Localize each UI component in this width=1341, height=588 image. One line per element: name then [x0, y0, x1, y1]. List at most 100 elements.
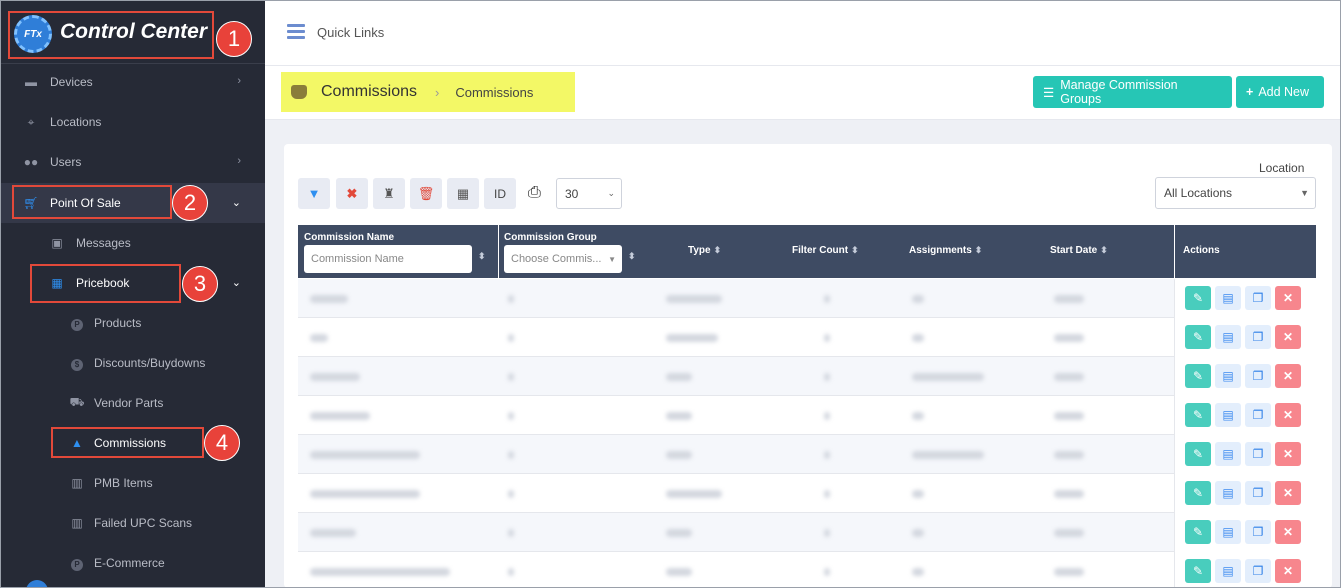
delete-icon[interactable]: ✕ [1275, 559, 1301, 583]
edit-icon[interactable]: ✎ [1185, 364, 1211, 388]
document-icon[interactable]: ▤ [1215, 520, 1241, 544]
blurred-cell [508, 295, 514, 303]
header-type[interactable]: Type ⬍ [688, 245, 721, 256]
delete-icon[interactable]: ✕ [1275, 364, 1301, 388]
button-label: Add New [1258, 85, 1310, 99]
delete-icon[interactable]: ✕ [1275, 286, 1301, 310]
delete-icon[interactable]: ✕ [1275, 481, 1301, 505]
header-start-date[interactable]: Start Date ⬍ [1050, 245, 1108, 256]
manage-commission-groups-button[interactable]: ☰ Manage Commission Groups [1033, 76, 1232, 108]
sort-icon[interactable]: ⬍ [478, 251, 486, 262]
table-row[interactable]: ✎ ▤ ❐ ✕ [298, 357, 1316, 396]
blurred-cell [1054, 451, 1084, 459]
sidebar-item-vendor-parts[interactable]: ⛟ Vendor Parts [0, 383, 265, 423]
blurred-cell [912, 334, 924, 342]
edit-icon[interactable]: ✎ [1185, 286, 1211, 310]
sidebar-item-discounts[interactable]: $ Discounts/Buydowns [0, 343, 265, 383]
edit-icon[interactable]: ✎ [1185, 559, 1211, 583]
menu-icon[interactable] [287, 24, 305, 39]
table-row[interactable]: ✎ ▤ ❐ ✕ [298, 279, 1316, 318]
copy-icon[interactable]: ❐ [1245, 559, 1271, 583]
edit-icon[interactable]: ✎ [1185, 442, 1211, 466]
copy-icon[interactable]: ❐ [1245, 481, 1271, 505]
sidebar-item-devices[interactable]: ▬ Devices › [0, 62, 265, 102]
sidebar-item-failed-upc-scans[interactable]: ▥ Failed UPC Scans [0, 503, 265, 543]
document-icon[interactable]: ▤ [1215, 325, 1241, 349]
blurred-cell [666, 334, 718, 342]
chevron-down-icon: ⌄ [607, 188, 615, 198]
id-toggle-button[interactable]: ID [484, 178, 516, 209]
blurred-cell [912, 373, 984, 381]
document-icon[interactable]: ▤ [1215, 481, 1241, 505]
add-new-button[interactable]: + Add New [1236, 76, 1324, 108]
blurred-cell [508, 334, 514, 342]
blurred-cell [824, 334, 830, 342]
location-label: Location [1259, 161, 1305, 175]
table-row[interactable]: ✎ ▤ ❐ ✕ [298, 552, 1316, 588]
caret-down-icon: ▼ [1300, 188, 1309, 198]
print-icon[interactable]: ⎙ [528, 184, 541, 202]
filter-icon[interactable]: ▼ [298, 178, 330, 209]
sidebar-item-users[interactable]: ●● Users › [0, 142, 265, 182]
page-size-select[interactable]: 30 ⌄ [556, 178, 622, 209]
breadcrumb-current[interactable]: Commissions [455, 85, 533, 100]
location-select[interactable]: All Locations ▼ [1155, 177, 1316, 209]
table-header: Commission Name Commission Name ⬍ Commis… [298, 225, 1316, 278]
table-row[interactable]: ✎ ▤ ❐ ✕ [298, 396, 1316, 435]
edit-icon[interactable]: ✎ [1185, 403, 1211, 427]
sidebar-item-e-commerce[interactable]: P E-Commerce [0, 543, 265, 583]
trash-icon[interactable]: 🗑︎ [410, 178, 442, 209]
header-assignments[interactable]: Assignments ⬍ [909, 245, 982, 256]
quick-links[interactable]: Quick Links [317, 25, 384, 40]
blurred-cell [912, 568, 924, 576]
document-icon[interactable]: ▤ [1215, 286, 1241, 310]
delete-icon[interactable]: ✕ [1275, 520, 1301, 544]
copy-icon[interactable]: ❐ [1245, 286, 1271, 310]
edit-icon[interactable]: ✎ [1185, 481, 1211, 505]
vendor-icon: ⛟ [69, 395, 85, 409]
header-commission-group[interactable]: Commission Group [504, 232, 597, 243]
chevron-right-icon: › [237, 155, 241, 167]
delete-icon[interactable]: ✕ [1275, 442, 1301, 466]
edit-icon[interactable]: ✎ [1185, 520, 1211, 544]
table-row[interactable]: ✎ ▤ ❐ ✕ [298, 474, 1316, 513]
clear-filter-icon[interactable]: ✖ [336, 178, 368, 209]
copy-icon[interactable]: ❐ [1245, 520, 1271, 544]
commission-name-filter-input[interactable]: Commission Name [304, 245, 472, 273]
document-icon[interactable]: ▤ [1215, 403, 1241, 427]
sort-icon: ⬍ [713, 245, 722, 255]
sort-icon: ⬍ [1100, 245, 1108, 255]
blurred-cell [310, 451, 420, 459]
annotation-badge-1: 1 [216, 21, 252, 57]
row-actions: ✎ ▤ ❐ ✕ [1174, 357, 1316, 396]
document-icon[interactable]: ▤ [1215, 442, 1241, 466]
copy-icon[interactable]: ❐ [1245, 403, 1271, 427]
copy-icon[interactable]: ❐ [1245, 364, 1271, 388]
blurred-cell [824, 451, 830, 459]
copy-icon[interactable]: ❐ [1245, 325, 1271, 349]
copy-icon[interactable]: ❐ [1245, 442, 1271, 466]
delete-icon[interactable]: ✕ [1275, 403, 1301, 427]
blurred-cell [666, 373, 692, 381]
sidebar-item-pmb-items[interactable]: ▥ PMB Items [0, 463, 265, 503]
blurred-cell [508, 373, 514, 381]
calendar-icon[interactable]: ▦ [447, 178, 479, 209]
annotation-box-1 [8, 11, 214, 59]
user-filter-icon[interactable]: ♜ [373, 178, 405, 209]
table-row[interactable]: ✎ ▤ ❐ ✕ [298, 435, 1316, 474]
delete-icon[interactable]: ✕ [1275, 325, 1301, 349]
table-row[interactable]: ✎ ▤ ❐ ✕ [298, 318, 1316, 357]
document-icon[interactable]: ▤ [1215, 559, 1241, 583]
edit-icon[interactable]: ✎ [1185, 325, 1211, 349]
sidebar-item-products[interactable]: P Products [0, 303, 265, 343]
sidebar-item-messages[interactable]: ▣ Messages [0, 223, 265, 263]
row-actions: ✎ ▤ ❐ ✕ [1174, 435, 1316, 474]
blurred-cell [666, 451, 692, 459]
sort-icon[interactable]: ⬍ [628, 251, 636, 262]
header-filter-count[interactable]: Filter Count ⬍ [792, 245, 859, 256]
header-commission-name[interactable]: Commission Name [304, 232, 394, 243]
commission-group-filter-select[interactable]: Choose Commis... ▼ [504, 245, 622, 273]
sidebar-item-locations[interactable]: ⌖ Locations [0, 102, 265, 142]
table-row[interactable]: ✎ ▤ ❐ ✕ [298, 513, 1316, 552]
document-icon[interactable]: ▤ [1215, 364, 1241, 388]
